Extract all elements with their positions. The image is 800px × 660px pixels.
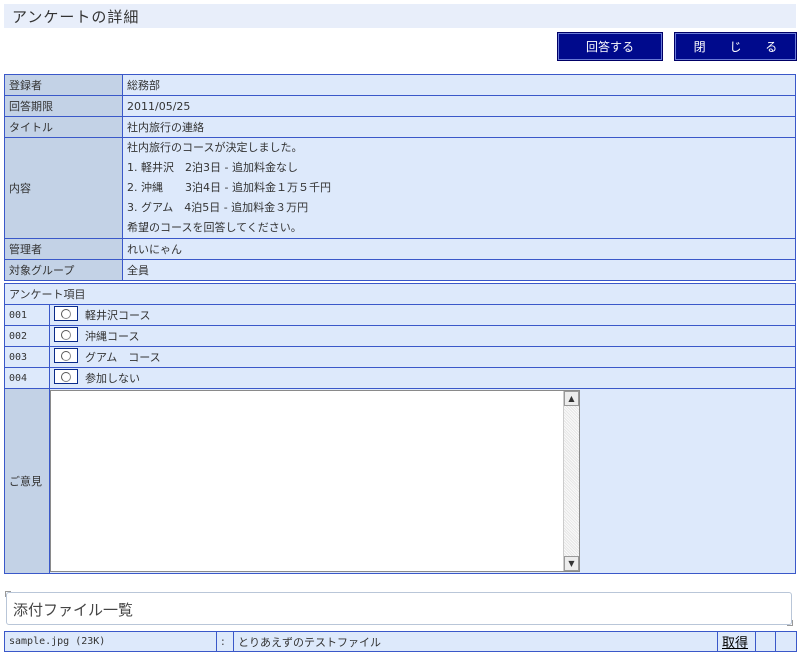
opinion-textarea-wrap: ▲ ▼ (50, 390, 580, 572)
attachments-title: 添付ファイル一覧 (13, 601, 134, 619)
info-row-group: 対象グループ 全員 (4, 259, 796, 281)
survey-item-label: 参加しない (85, 372, 140, 385)
survey-table: アンケート項目 001 軽井沢コース 002 沖縄コース 003 グアム コース… (4, 283, 796, 574)
empty-cell (775, 631, 797, 652)
page-header: アンケートの詳細 (4, 4, 796, 28)
survey-item-label: グアム コース (85, 351, 161, 364)
info-row-registrant: 登録者 総務部 (4, 74, 796, 96)
attachment-row: sample.jpg (23K) : とりあえずのテストファイル 取得 (4, 631, 797, 652)
content-label: 内容 (4, 137, 123, 239)
title-label: タイトル (4, 116, 123, 138)
info-table: 登録者 総務部 回答期限 2011/05/25 タイトル 社内旅行の連絡 内容 … (4, 74, 796, 281)
radio-circle-icon (61, 308, 71, 319)
content-line: 社内旅行のコースが決定しました。 (127, 141, 303, 154)
survey-header-row: アンケート項目 (4, 283, 796, 305)
page-title: アンケートの詳細 (12, 8, 140, 26)
file-name: sample.jpg (23K) (4, 631, 217, 652)
content-line: 2. 沖縄 3泊4日 - 追加料金１万５千円 (127, 181, 331, 194)
survey-item-label: 軽井沢コース (85, 309, 151, 322)
file-download-link[interactable]: 取得 (722, 636, 748, 651)
survey-item-number: 002 (4, 325, 50, 347)
info-row-deadline: 回答期限 2011/05/25 (4, 95, 796, 117)
radio-karuizawa[interactable] (54, 306, 78, 321)
survey-item-number: 003 (4, 346, 50, 368)
attachment-file-table: sample.jpg (23K) : とりあえずのテストファイル 取得 (4, 631, 797, 652)
scroll-up-arrow-icon[interactable]: ▲ (564, 391, 579, 406)
file-separator: : (216, 631, 234, 652)
content-value: 社内旅行のコースが決定しました。 1. 軽井沢 2泊3日 - 追加料金なし 2.… (122, 137, 796, 239)
group-value: 全員 (122, 259, 796, 281)
survey-item-label: 沖縄コース (85, 330, 140, 343)
survey-item-row: 002 沖縄コース (4, 325, 796, 347)
content-line: 1. 軽井沢 2泊3日 - 追加料金なし (127, 161, 298, 174)
corner-mark-icon (787, 620, 793, 626)
corner-mark-icon (5, 591, 11, 597)
info-row-manager: 管理者 れいにゃん (4, 238, 796, 260)
manager-value: れいにゃん (122, 238, 796, 260)
opinion-textarea[interactable] (51, 391, 563, 571)
deadline-label: 回答期限 (4, 95, 123, 117)
radio-okinawa[interactable] (54, 327, 78, 342)
deadline-value: 2011/05/25 (122, 95, 796, 117)
scroll-down-arrow-icon[interactable]: ▼ (564, 556, 579, 571)
survey-item-row: 003 グアム コース (4, 346, 796, 368)
group-label: 対象グループ (4, 259, 123, 281)
close-button[interactable]: 閉 じ る (674, 32, 797, 61)
survey-item-number: 001 (4, 304, 50, 326)
survey-item-number: 004 (4, 367, 50, 389)
opinion-label: ご意見 (4, 388, 50, 574)
textarea-scrollbar[interactable]: ▲ ▼ (563, 391, 579, 571)
radio-not-attending[interactable] (54, 369, 78, 384)
attachments-panel: 添付ファイル一覧 (5, 591, 793, 626)
registrant-value: 総務部 (122, 74, 796, 96)
survey-item-row: 001 軽井沢コース (4, 304, 796, 326)
title-value: 社内旅行の連絡 (122, 116, 796, 138)
radio-circle-icon (61, 371, 71, 382)
radio-guam[interactable] (54, 348, 78, 363)
opinion-row: ご意見 ▲ ▼ (4, 388, 796, 574)
answer-button[interactable]: 回答する (557, 32, 663, 61)
manager-label: 管理者 (4, 238, 123, 260)
file-description: とりあえずのテストファイル (233, 631, 718, 652)
content-line: 希望のコースを回答してください。 (127, 221, 302, 234)
info-row-content: 内容 社内旅行のコースが決定しました。 1. 軽井沢 2泊3日 - 追加料金なし… (4, 137, 796, 239)
survey-item-row: 004 参加しない (4, 367, 796, 389)
radio-circle-icon (61, 350, 71, 361)
info-row-title: タイトル 社内旅行の連絡 (4, 116, 796, 138)
radio-circle-icon (61, 329, 71, 340)
survey-header: アンケート項目 (4, 283, 796, 305)
empty-cell (755, 631, 776, 652)
registrant-label: 登録者 (4, 74, 123, 96)
content-line: 3. グアム 4泊5日 - 追加料金３万円 (127, 201, 309, 214)
